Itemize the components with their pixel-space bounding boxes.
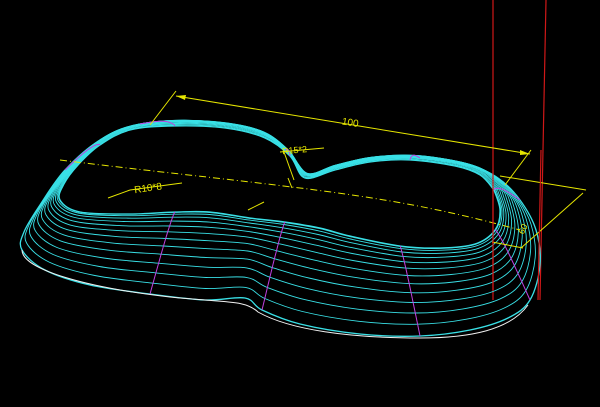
tick-b (247, 201, 265, 211)
toolpath-contours (19, 119, 541, 337)
section-line (149, 211, 176, 295)
dim-100-ext-left (149, 90, 177, 126)
r10-leader-down (107, 189, 131, 199)
bottom-outer-edge (21, 249, 529, 339)
cad-viewport[interactable]: 100 R15*2 R10*8 60 (0, 0, 600, 407)
section-line (261, 221, 286, 311)
center-line (59, 159, 521, 231)
section-line (494, 229, 531, 301)
dimension-labels: 100 R15*2 R10*8 60 (134, 116, 530, 235)
dim-60-line (520, 192, 584, 249)
dim-label-r15: R15*2 (282, 144, 308, 156)
contour-pass (50, 120, 510, 264)
dim-label-100: 100 (341, 116, 360, 130)
section-line (399, 245, 421, 337)
dim-100-ext-right (504, 149, 532, 186)
contour-pass (28, 120, 532, 314)
wireframe-canvas: 100 R15*2 R10*8 60 (19, 0, 587, 339)
dim-label-r10: R10*8 (134, 181, 163, 196)
